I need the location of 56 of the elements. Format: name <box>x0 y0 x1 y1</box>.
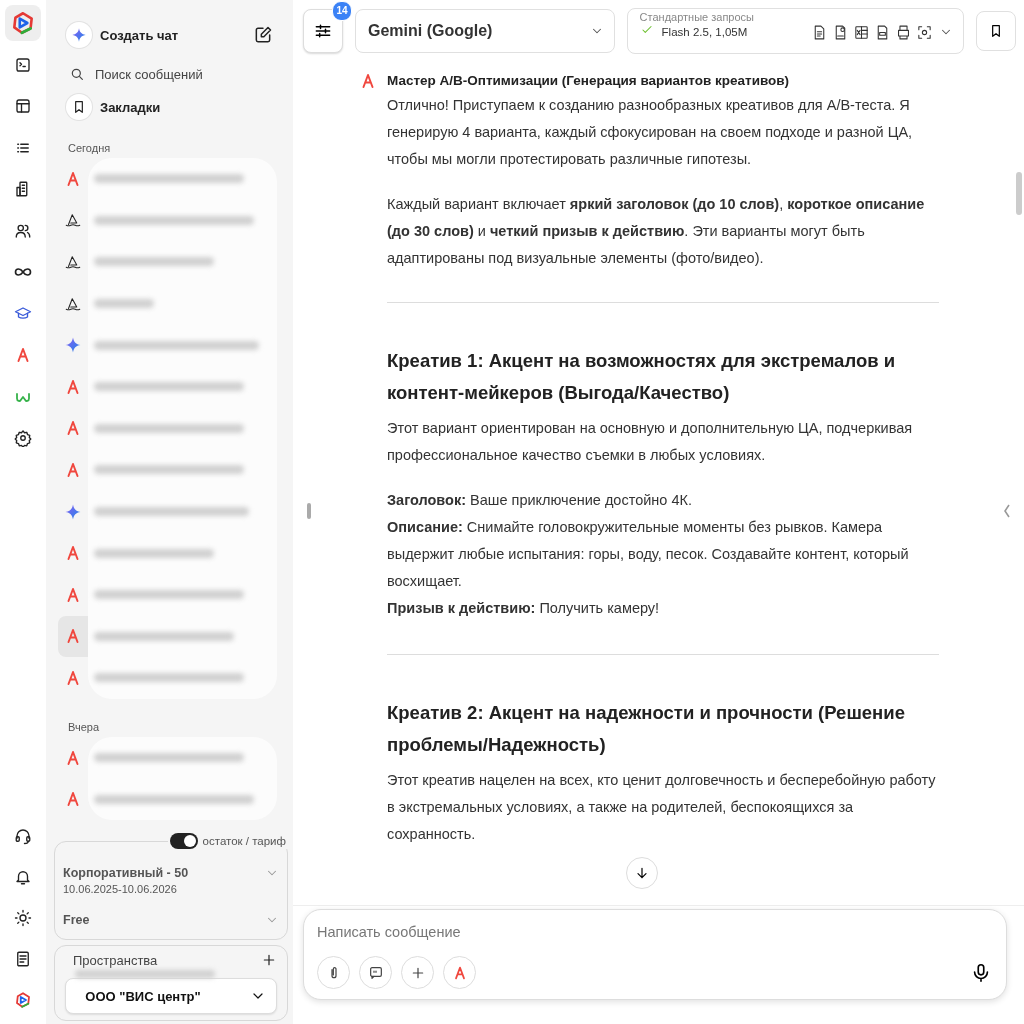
search-icon <box>69 66 85 82</box>
bell-icon <box>14 868 32 886</box>
requests-label: Стандартные запросы <box>639 11 755 23</box>
sliders-icon <box>313 21 333 41</box>
resize-handle[interactable] <box>307 503 311 519</box>
plus-icon <box>261 952 277 968</box>
section-label: Вчера <box>67 719 101 735</box>
spreadsheet-icon <box>853 23 871 41</box>
sparkle-icon <box>71 27 87 43</box>
spaces-title: Пространства <box>73 952 158 968</box>
scrollbar-thumb[interactable] <box>1016 172 1022 215</box>
headset-icon <box>14 827 32 845</box>
toggle-label: остаток / тариф <box>202 835 286 847</box>
message-heading: Креатив 1: Акцент на возможностях для экстремалов и контент-мейкеров (Выгода/Качество) <box>387 349 897 405</box>
requests-select[interactable]: Стандартные запросы Flash 2.5, 1,05M <box>626 8 965 54</box>
message-paragraph: Этот креатив нацелен на всех, кто ценит долговечность и бесперебойную работу в экстремальных условиях, а также на родителей, беспокоящихся за сохранность. <box>387 771 937 844</box>
model-select[interactable]: Gemini (Google) <box>355 9 615 53</box>
message-heading: Креатив 2: Акцент на надежности и прочности (Решение проблемы/Надежность) <box>387 701 906 757</box>
scroll-down-button[interactable] <box>626 857 658 889</box>
requests-value: Flash 2.5, 1,05M <box>661 26 749 38</box>
sun-icon <box>14 909 32 927</box>
new-chat-button[interactable]: Создать чат <box>66 22 179 48</box>
logo-icon <box>10 10 36 36</box>
message-line: Заголовок: Ваше приключение достойно 4К. <box>387 491 693 510</box>
search-field[interactable]: Поиск сообщений <box>95 66 265 82</box>
scan-icon <box>916 23 934 41</box>
plan-name: Корпоративный - 50 <box>63 866 189 880</box>
bookmarks-link[interactable]: Закладки <box>66 94 273 120</box>
edit-icon[interactable] <box>253 25 273 45</box>
arrow-down-icon <box>634 865 650 881</box>
count-badge: 14 <box>332 1 352 21</box>
terminal-icon <box>14 55 32 74</box>
layout-icon <box>14 97 32 115</box>
collapse-icon[interactable] <box>1004 504 1010 518</box>
quote-icon <box>367 964 384 981</box>
message-title: Мастер A/B-Оптимизации (Генерация вариантов креативов) <box>387 72 791 90</box>
message-paragraph: Каждый вариант включает яркий заголовок (до 10 слов), короткое описание (до 30 слов) и четкий призыв к действию. Эти варианты могут быть адаптированы под визуальные элементы (фото/видео). <box>387 195 926 268</box>
add-button[interactable] <box>401 956 434 989</box>
bookmark-button[interactable] <box>976 11 1016 51</box>
message-paragraph: Отлично! Приступаем к созданию разнообразных креативов для A/B-теста. Я генерирую 4 варианта, каждый сфокусирован на своем подходе и разной ЦА, чтобы мы могли протестировать различные гипотезы. <box>387 96 914 169</box>
blurred-text <box>94 299 154 309</box>
message-line: Описание: Снимайте головокружительные моменты без рывков. Камера выдержит любые испытания: горы, воду, песок. Создавайте контент, который восхищает. <box>387 518 910 591</box>
document-icon <box>14 950 32 968</box>
plan-dates: 10.06.2025-10.06.2026 <box>63 883 178 895</box>
settings-icon <box>14 429 32 447</box>
space-select[interactable]: ООО "ВИС центр" <box>65 978 277 1014</box>
sailboat-icon <box>64 253 82 271</box>
section-label: Сегодня <box>67 141 112 156</box>
plan-name: Free <box>63 913 90 927</box>
message-line: Призыв к действию: Получить камеру! <box>387 599 661 618</box>
prompts-button[interactable] <box>359 956 392 989</box>
assistant-button[interactable] <box>443 956 476 989</box>
message-paragraph: Этот вариант ориентирован на основную и дополнительную ЦА, подчеркивая профессиональное качество съемки в любых условиях. <box>387 419 914 465</box>
attach-button[interactable] <box>317 956 350 989</box>
logo-icon <box>14 991 32 1009</box>
toggle-switch[interactable] <box>169 833 198 849</box>
